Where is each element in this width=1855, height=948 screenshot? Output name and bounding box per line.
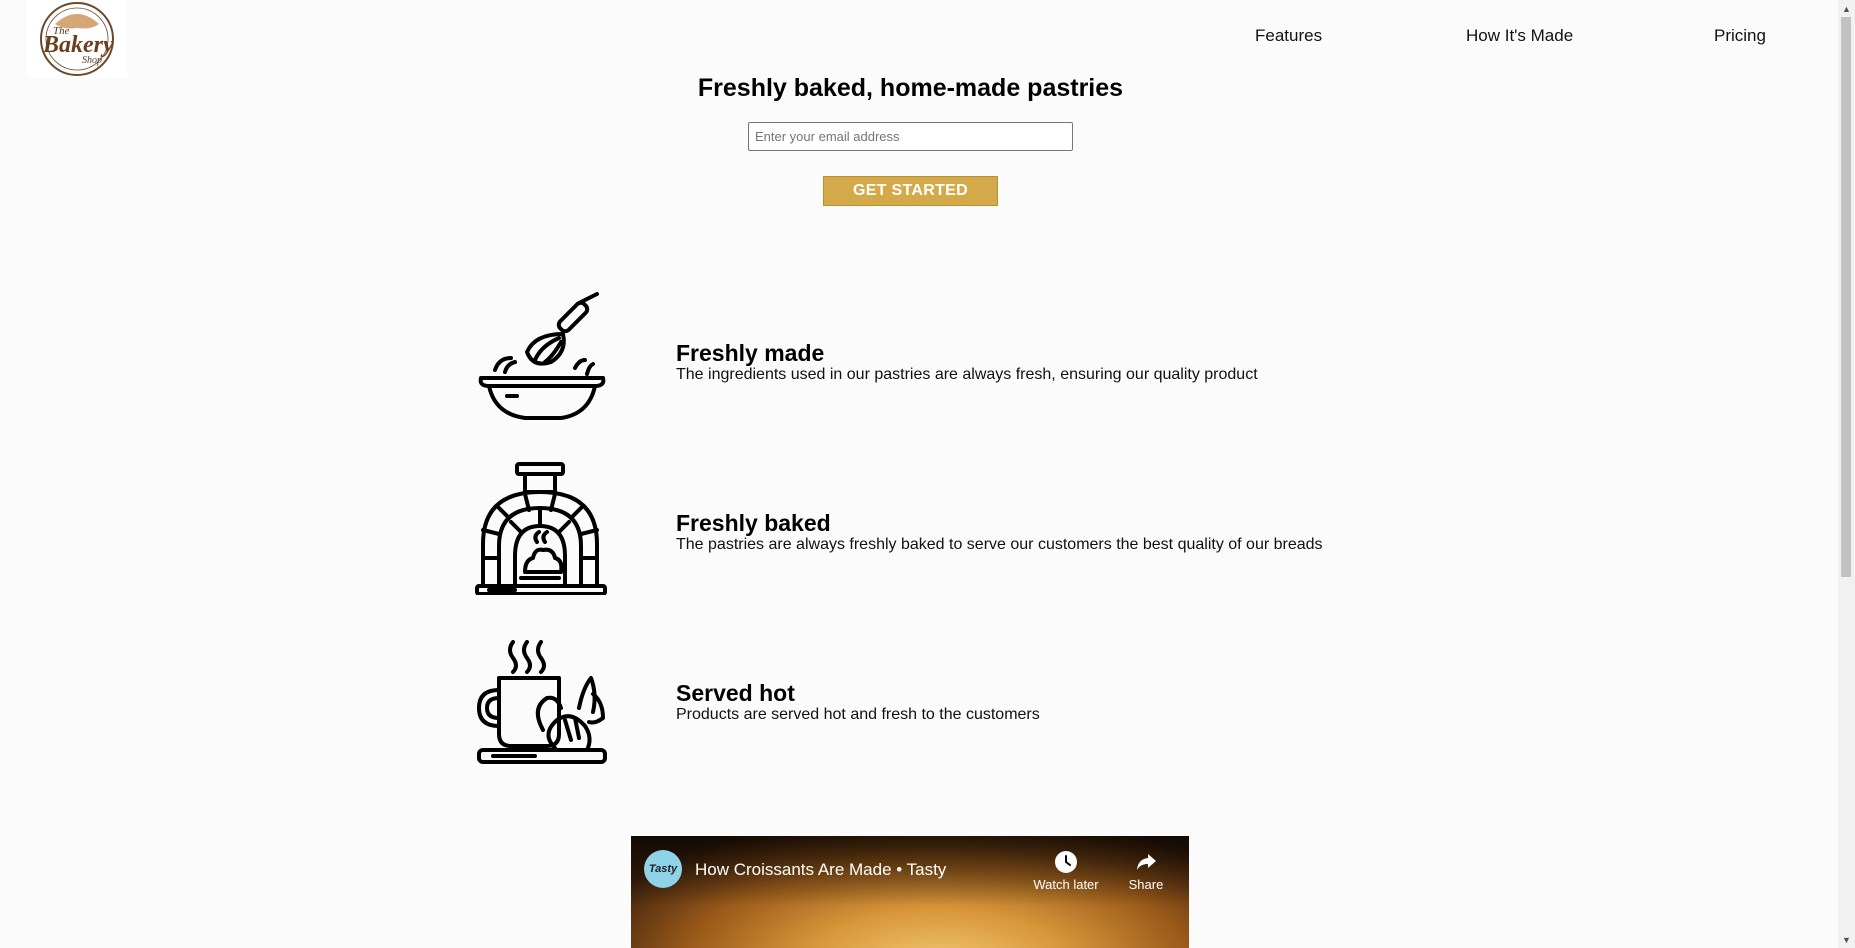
- watch-later-label: Watch later: [1033, 877, 1099, 892]
- nav-features[interactable]: Features: [1255, 26, 1322, 46]
- feature-description: The pastries are always freshly baked to…: [676, 536, 1323, 553]
- feature-title: Freshly baked: [676, 510, 831, 536]
- nav-pricing[interactable]: Pricing: [1714, 26, 1766, 46]
- page-scrollbar[interactable]: ▲ ▼: [1838, 0, 1855, 948]
- bakery-logo[interactable]: The Bakery Shop: [27, 0, 127, 78]
- share-button[interactable]: Share: [1116, 850, 1176, 892]
- svg-text:Shop: Shop: [82, 55, 102, 66]
- hero-title: Freshly baked, home-made pastries: [697, 74, 1124, 102]
- channel-avatar[interactable]: Tasty: [644, 850, 682, 888]
- clock-icon: [1055, 851, 1077, 873]
- video-embed[interactable]: Tasty How Croissants Are Made • Tasty Wa…: [631, 836, 1189, 948]
- nav-how-its-made[interactable]: How It's Made: [1466, 26, 1573, 46]
- svg-text:Bakery: Bakery: [42, 32, 114, 58]
- feature-description: The ingredients used in our pastries are…: [676, 366, 1258, 383]
- get-started-button[interactable]: GET STARTED: [823, 176, 998, 206]
- scroll-down-arrow-icon[interactable]: ▼: [1838, 931, 1855, 948]
- share-icon: [1137, 854, 1156, 870]
- video-title[interactable]: How Croissants Are Made • Tasty: [695, 860, 946, 880]
- oven-icon: [475, 460, 610, 596]
- feature-title: Served hot: [676, 680, 795, 706]
- scroll-up-arrow-icon[interactable]: ▲: [1838, 0, 1855, 17]
- email-input[interactable]: [748, 122, 1073, 151]
- whisk-bowl-icon: [475, 290, 610, 425]
- feature-title: Freshly made: [676, 340, 825, 366]
- scroll-thumb[interactable]: [1841, 17, 1851, 577]
- share-label: Share: [1128, 877, 1164, 892]
- watch-later-button[interactable]: Watch later: [1026, 850, 1106, 892]
- coffee-croissant-icon: [475, 638, 610, 773]
- feature-description: Products are served hot and fresh to the…: [676, 706, 1040, 723]
